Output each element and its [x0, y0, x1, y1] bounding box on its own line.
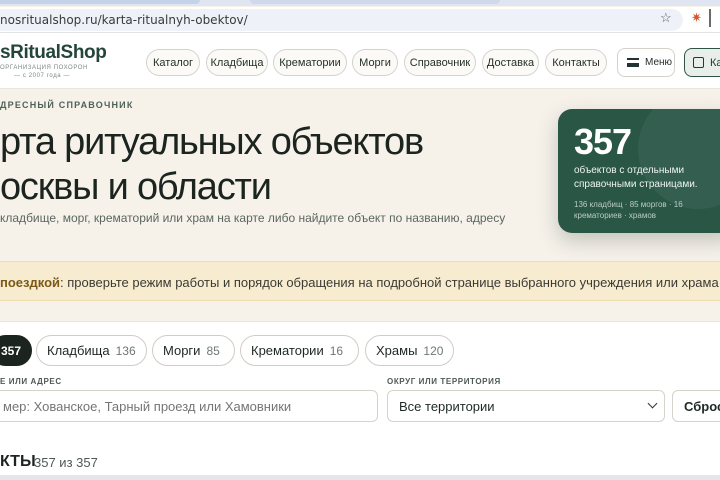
browser-toolbar: nosritualshop.ru/karta-ritualnyh-obektov…	[0, 7, 720, 33]
results-count: 357 из 357	[34, 455, 98, 470]
stats-card: 357 объектов с отдельными справочными ст…	[558, 109, 720, 233]
search-field-label: Е ИЛИ АДРЕС	[0, 377, 62, 386]
filter-chip-cemeteries[interactable]: Кладбища 136	[36, 335, 147, 366]
map-label: Карт	[710, 56, 720, 69]
browser-tab-strip	[0, 0, 720, 6]
bookmark-star-icon[interactable]: ☆	[660, 10, 672, 26]
total-objects-count: 357	[574, 121, 632, 162]
district-field-label: ОКРУГ ИЛИ ТЕРРИТОРИЯ	[387, 377, 501, 386]
browser-tab[interactable]	[250, 0, 500, 4]
page-title: рта ритуальных объектов осквы и области	[0, 120, 424, 210]
search-input[interactable]	[0, 390, 378, 422]
filter-chip-all[interactable]: 357	[0, 335, 32, 366]
url-text[interactable]: nosritualshop.ru/karta-ritualnyh-obektov…	[0, 13, 248, 27]
chip-label: Крематории	[251, 343, 324, 358]
notice-lead: поездкой	[0, 275, 61, 290]
nav-contacts[interactable]: Контакты	[545, 49, 607, 76]
district-select-value: Все территории	[399, 398, 495, 414]
nav-crematoria[interactable]: Крематории	[273, 49, 347, 76]
results-title: КТЫ	[0, 453, 36, 470]
taskbar-strip	[0, 475, 720, 480]
stats-breakdown: 136 кладбищ · 85 моргов · 16 крематориев…	[574, 200, 683, 220]
menu-label: Меню	[645, 57, 673, 68]
chip-count: 85	[206, 343, 220, 358]
chip-count: 120	[423, 343, 444, 358]
nav-morgues[interactable]: Морги	[352, 49, 398, 76]
site-logo[interactable]: sRitualShop	[0, 42, 107, 64]
map-icon	[693, 57, 704, 68]
address-bar[interactable]: nosritualshop.ru/karta-ritualnyh-obektov…	[0, 9, 683, 31]
nav-catalog[interactable]: Каталог	[146, 49, 200, 76]
filter-chip-crematoria[interactable]: Крематории 16	[240, 335, 359, 366]
nav-directory[interactable]: Справочник	[404, 49, 476, 76]
section-eyebrow: ДРЕСНЫЙ СПРАВОЧНИК	[0, 100, 134, 110]
extension-icon[interactable]: ✷	[691, 10, 702, 26]
stats-caption: объектов с отдельными справочными страни…	[574, 165, 698, 190]
chip-label: Морги	[163, 343, 201, 358]
notice-banner: поездкой: проверьте режим работы и поряд…	[0, 261, 720, 301]
browser-tab[interactable]	[0, 0, 200, 4]
map-button[interactable]: Карт	[684, 48, 720, 77]
chip-count: 136	[115, 343, 136, 358]
nav-delivery[interactable]: Доставка	[482, 49, 539, 76]
menu-button[interactable]: Меню	[617, 48, 675, 77]
site-header: sRitualShop организация похорон — с 2007…	[0, 33, 720, 89]
chip-count: 357	[1, 343, 22, 358]
hamburger-icon	[627, 58, 639, 67]
chevron-down-icon	[647, 398, 658, 409]
chip-count: 16	[329, 343, 344, 358]
district-select[interactable]: Все территории	[387, 390, 665, 422]
page-title-line1: рта ритуальных объектов	[0, 121, 424, 163]
chip-label: Храмы	[376, 343, 418, 358]
page-title-line2: осквы и области	[0, 166, 272, 208]
sidebar-divider-icon	[709, 9, 720, 27]
filter-chip-temples[interactable]: Храмы 120	[365, 335, 454, 366]
chip-label: Кладбища	[47, 343, 110, 358]
logo-tagline: организация похорон	[0, 65, 88, 71]
notice-body: : проверьте режим работы и порядок обращ…	[60, 275, 719, 290]
filter-panel: 357 Кладбища 136 Морги 85 Крематории 16 …	[0, 321, 720, 480]
filter-chip-morgues[interactable]: Морги 85	[152, 335, 235, 366]
reset-button[interactable]: Сброс	[672, 390, 720, 422]
notice-text: поездкой: проверьте режим работы и поряд…	[0, 275, 719, 290]
nav-cemeteries[interactable]: Кладбища	[206, 49, 268, 76]
logo-since: — с 2007 года —	[14, 73, 71, 79]
page-subtitle: кладбище, морг, крематорий или храм на к…	[0, 211, 506, 225]
